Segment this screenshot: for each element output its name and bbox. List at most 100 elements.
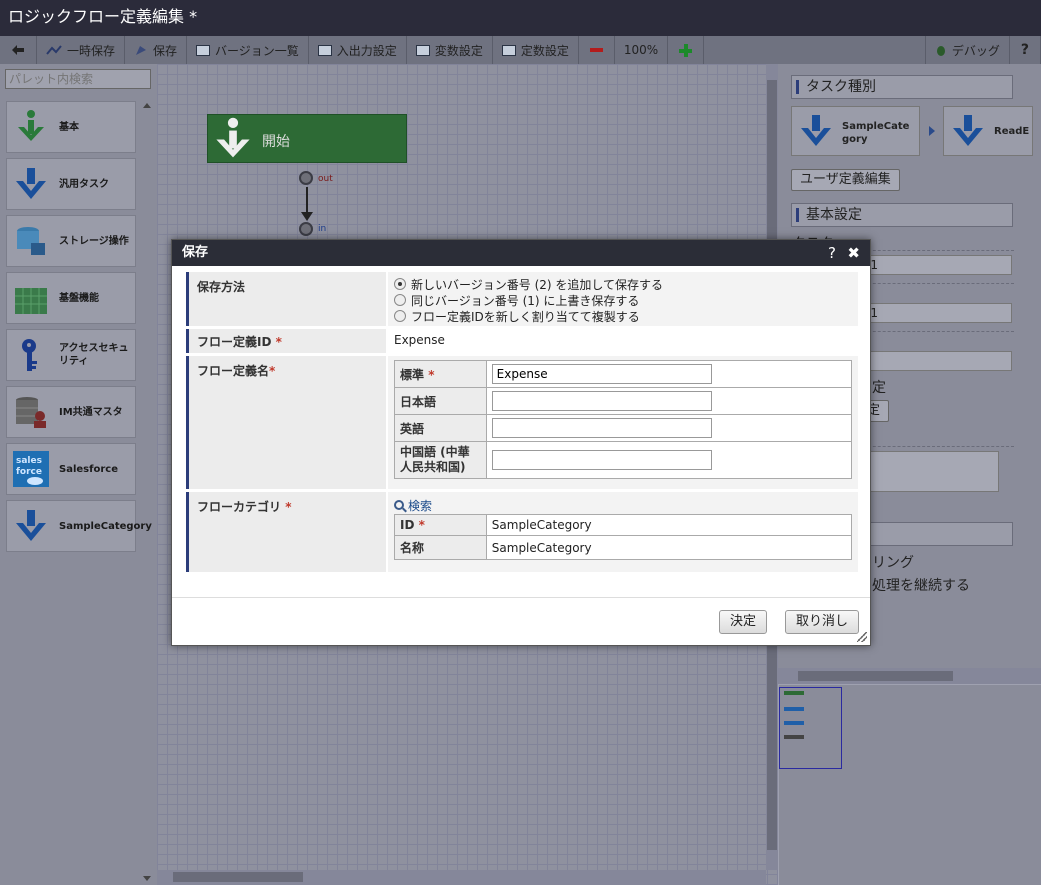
palette-scrollbar[interactable] <box>140 102 154 882</box>
lang-label: 中国語 (中華人民共和国) <box>394 441 487 479</box>
bug-icon <box>936 46 945 56</box>
name-japanese-input[interactable] <box>491 391 712 411</box>
dialog-titlebar[interactable]: 保存 ? ✖ <box>172 240 870 266</box>
temp-save-label: 一時保存 <box>67 43 116 58</box>
save-dialog: 保存 ? ✖ 保存方法 新しいバージョン番号 (2) を追加して保存する 同じバ… <box>171 239 871 646</box>
dialog-footer: 決定 取り消し <box>172 597 870 645</box>
salesforce-icon: salesforce <box>13 451 49 487</box>
radio-button[interactable] <box>394 294 406 306</box>
ring-text: リング <box>872 555 914 571</box>
palette-list: 基本 汎用タスク ストレージ操作 基盤機能 アクセスセキュリティ IM共通マスタ… <box>6 101 152 557</box>
palette-search-input[interactable] <box>5 69 151 89</box>
save-method-row: 保存方法 新しいバージョン番号 (2) を追加して保存する 同じバージョン番号 … <box>186 272 858 326</box>
palette-item-im-master[interactable]: IM共通マスタ <box>6 386 136 438</box>
zoom-level: 100% <box>615 36 669 64</box>
property-textarea[interactable] <box>858 451 999 492</box>
palette-item-label: Salesforce <box>59 463 118 475</box>
category-search-link[interactable]: 検索 <box>394 496 852 514</box>
scroll-thumb[interactable] <box>798 671 953 681</box>
zoom-in-button[interactable] <box>668 36 705 64</box>
in-port[interactable] <box>299 222 313 236</box>
option-duplicate[interactable]: フロー定義IDを新しく割り当てて複製する <box>394 308 852 324</box>
option-label: 新しいバージョン番号 (2) を追加して保存する <box>411 277 664 292</box>
temp-save-icon <box>46 45 62 55</box>
category-table: ID * SampleCategory 名称 SampleCategory <box>394 514 853 560</box>
palette-item-general-task[interactable]: 汎用タスク <box>6 158 136 210</box>
radio-button[interactable] <box>394 278 406 290</box>
variable-settings-button[interactable]: 変数設定 <box>407 36 493 64</box>
canvas-horizontal-scrollbar[interactable] <box>157 870 766 885</box>
out-port[interactable] <box>299 171 313 185</box>
storage-icon <box>17 227 45 255</box>
temp-save-button[interactable]: 一時保存 <box>37 36 126 64</box>
dialog-close-button[interactable]: ✖ <box>847 240 860 266</box>
property-panel-scrollbar[interactable] <box>778 668 1041 684</box>
minimap[interactable] <box>779 685 1041 885</box>
database-user-icon <box>16 397 46 428</box>
version-list-button[interactable]: バージョン一覧 <box>187 36 309 64</box>
table-row: 日本語 <box>394 387 853 415</box>
user-definition-edit-button[interactable]: ユーザ定義編集 <box>791 169 900 191</box>
window-icon <box>415 44 430 56</box>
cancel-button[interactable]: 取り消し <box>785 610 860 634</box>
back-button[interactable] <box>0 36 37 64</box>
option-label: 同じバージョン番号 (1) に上書き保存する <box>411 293 640 308</box>
divider <box>858 250 1014 251</box>
palette-item-label: IM共通マスタ <box>59 406 123 418</box>
property-input-3[interactable]: e <box>858 351 1012 371</box>
download-arrow-icon <box>18 110 44 141</box>
palette-item-basic[interactable]: 基本 <box>6 101 136 153</box>
option-new-version[interactable]: 新しいバージョン番号 (2) を追加して保存する <box>394 276 852 292</box>
constant-settings-button[interactable]: 定数設定 <box>493 36 579 64</box>
palette-item-label: アクセスセキュリティ <box>59 343 129 367</box>
palette-item-samplecategory[interactable]: SampleCategory <box>6 500 152 552</box>
flow-id-value: Expense <box>388 329 858 353</box>
save-button[interactable]: 保存 <box>125 36 188 64</box>
property-input-1[interactable]: e1 <box>858 255 1012 275</box>
flow-name-row: フロー定義名* 標準 * 日本語 英語 <box>186 356 858 489</box>
palette-item-salesforce[interactable]: sales force Salesforce <box>6 443 136 495</box>
name-chinese-input[interactable] <box>491 450 712 470</box>
radio-button[interactable] <box>394 310 406 322</box>
task-type-card-samplecategory[interactable]: SampleCategory <box>791 106 920 156</box>
property-input-2[interactable]: e1 <box>858 303 1012 323</box>
debug-button[interactable]: デバッグ <box>924 36 1010 64</box>
debug-label: デバッグ <box>951 43 1000 58</box>
lang-label: 英語 <box>394 414 487 442</box>
resize-grip-icon[interactable] <box>857 632 867 642</box>
list-icon <box>196 44 211 56</box>
help-button[interactable]: ? <box>1010 36 1041 64</box>
task-type-card-read[interactable]: ReadE <box>943 106 1033 156</box>
blue-arrow-icon <box>16 510 46 541</box>
palette-item-label: ストレージ操作 <box>59 235 129 247</box>
arrow-left-icon <box>12 45 24 55</box>
option-overwrite[interactable]: 同じバージョン番号 (1) に上書き保存する <box>394 292 852 308</box>
svg-text:force: force <box>16 467 42 477</box>
version-list-label: バージョン一覧 <box>215 43 299 58</box>
palette-item-storage[interactable]: ストレージ操作 <box>6 215 136 267</box>
category-name-label: 名称 <box>394 535 487 560</box>
search-link-label: 検索 <box>408 498 433 513</box>
ok-button[interactable]: 決定 <box>719 610 768 634</box>
blue-arrow-icon <box>16 168 46 199</box>
zoom-out-button[interactable] <box>579 36 615 64</box>
dialog-title: 保存 <box>182 245 209 260</box>
scroll-thumb[interactable] <box>173 872 303 882</box>
dialog-help-button[interactable]: ? <box>828 240 836 266</box>
palette-item-platform[interactable]: 基盤機能 <box>6 272 136 324</box>
name-standard-input[interactable] <box>491 364 712 384</box>
in-port-label: in <box>318 224 327 234</box>
category-row: フローカテゴリ * 検索 ID * SampleCategory 名称 Samp… <box>186 492 858 572</box>
palette-item-access-security[interactable]: アクセスセキュリティ <box>6 329 136 381</box>
window-icon <box>501 44 516 56</box>
save-icon <box>136 46 147 55</box>
table-row: 名称 SampleCategory <box>394 535 853 560</box>
table-row: 英語 <box>394 414 853 442</box>
constant-settings-label: 定数設定 <box>520 43 569 58</box>
setting-text: 定 <box>872 380 886 396</box>
start-node[interactable]: 開始 <box>207 114 407 163</box>
name-english-input[interactable] <box>491 418 712 438</box>
io-settings-button[interactable]: 入出力設定 <box>309 36 407 64</box>
minimap-nodes <box>784 691 804 739</box>
connector-arrow <box>301 212 313 221</box>
